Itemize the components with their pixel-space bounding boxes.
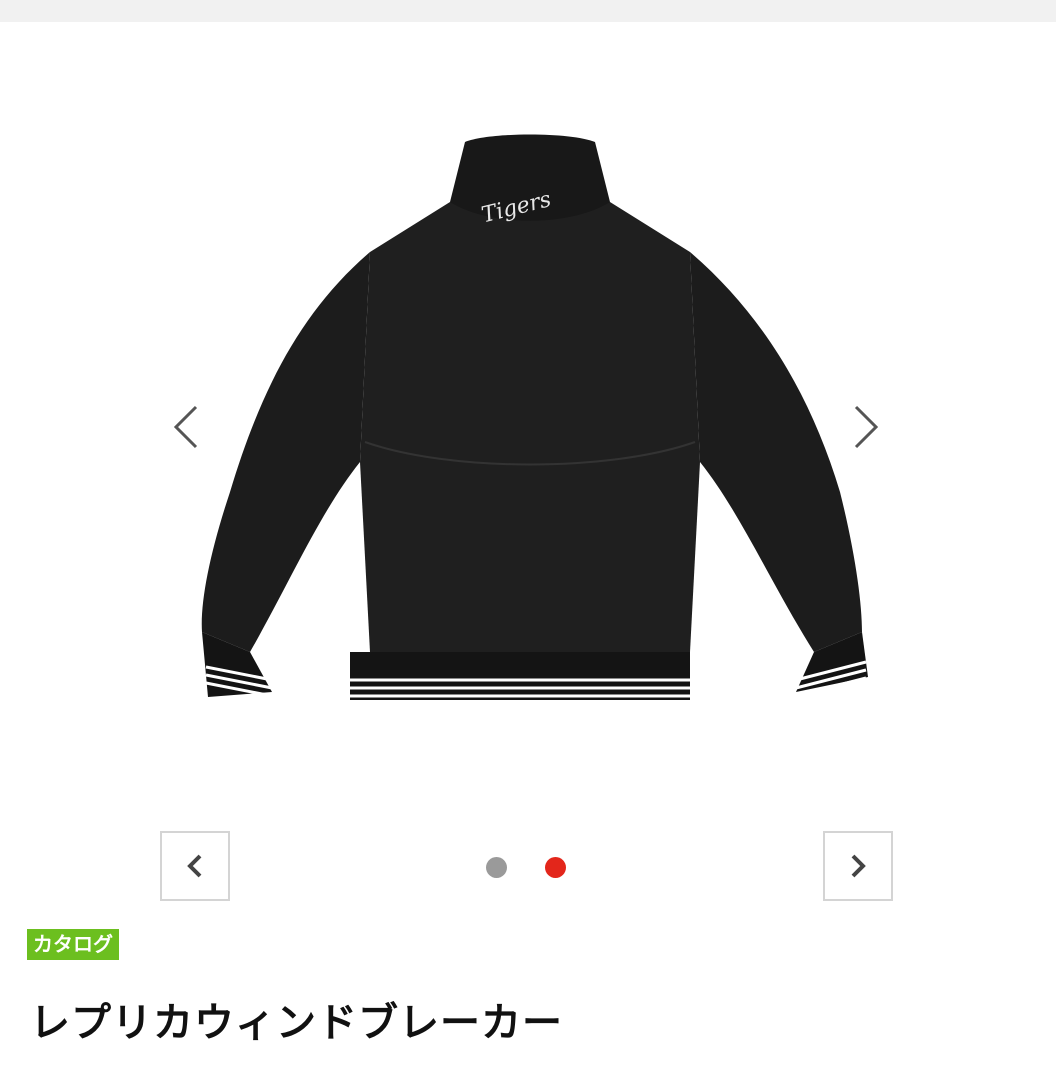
product-image: Tigers (201, 134, 868, 700)
prev-button[interactable] (160, 831, 230, 901)
chevron-right-icon (851, 854, 866, 878)
chevron-right-icon (854, 405, 879, 449)
pagination-dots (486, 857, 566, 879)
chevron-left-icon (187, 854, 202, 878)
next-button[interactable] (823, 831, 893, 901)
catalog-badge: カタログ (27, 929, 119, 960)
pagination-dot-2[interactable] (545, 857, 566, 878)
gallery-next-arrow[interactable] (846, 402, 886, 452)
product-title: レプリカウィンドブレーカー (30, 1000, 563, 1046)
top-bar (0, 0, 1056, 22)
pagination-dot-1[interactable] (486, 857, 507, 878)
image-gallery: Tigers (0, 22, 1056, 822)
